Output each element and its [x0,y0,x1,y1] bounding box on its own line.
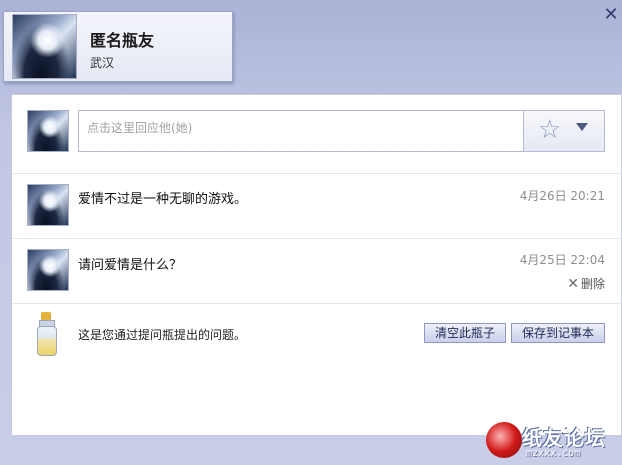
close-icon[interactable]: ✕ [602,6,620,24]
message-time: 4月25日 22:04 [519,253,605,267]
sender-location: 武汉 [90,56,115,70]
delete-label: 删除 [580,277,605,291]
sender-name: 匿名瓶友 [90,31,155,50]
logo-icon [486,422,522,458]
footer-row: 这是您通过提问瓶提出的问题。 清空此瓶子 保存到记事本 [12,304,621,364]
chevron-down-icon [576,123,588,131]
reply-row: 点击这里回应他(她) ☆ [12,95,621,174]
message-text: 请问爱情是什么？ [78,258,183,273]
watermark-sub: mzxxx.com [526,448,581,459]
save-to-notepad-button[interactable]: 保存到记事本 [511,323,605,343]
avatar [12,14,77,79]
star-wand-icon: ☆ [538,115,562,145]
reply-input[interactable]: 点击这里回应他(她) [78,110,524,152]
footer-note: 这是您通过提问瓶提出的问题。 [78,328,247,342]
sender-card: 匿名瓶友 武汉 [3,11,233,82]
message-time: 4月26日 20:21 [519,189,605,203]
list-item: 请问爱情是什么？ 4月25日 22:04 ✕ 删除 [12,239,621,304]
avatar [27,184,69,226]
avatar [27,110,69,152]
list-item: 爱情不过是一种无聊的游戏。 4月26日 20:21 [12,174,621,239]
clear-bottle-button[interactable]: 清空此瓶子 [424,323,506,343]
reply-placeholder: 点击这里回应他(她) [87,121,193,135]
conversation-panel: 点击这里回应他(她) ☆ 爱情不过是一种无聊的游戏。 4月26日 20:21 请… [11,94,622,436]
message-text: 爱情不过是一种无聊的游戏。 [78,192,248,207]
watermark-logo: 纸友论坛 mzxxx.com [482,420,622,465]
avatar [27,249,69,291]
delete-button[interactable]: ✕ 删除 [567,275,605,292]
emoji-picker-button[interactable]: ☆ [523,110,605,152]
watermark-text: 纸友论坛 [522,426,606,450]
bottle-icon [36,312,57,356]
close-icon: ✕ [567,276,579,292]
